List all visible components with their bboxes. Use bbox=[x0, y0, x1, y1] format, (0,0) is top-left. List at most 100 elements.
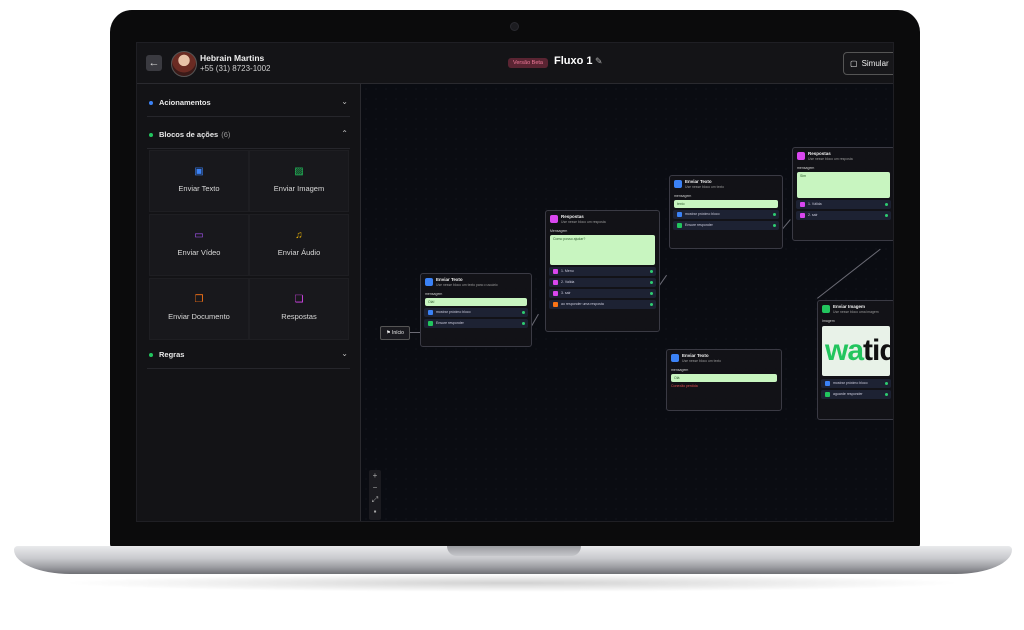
status-dot bbox=[149, 353, 153, 357]
node-title: Respostas bbox=[561, 214, 584, 219]
node-option[interactable]: 1. Menu bbox=[549, 267, 656, 276]
block-label: Enviar Imagem bbox=[273, 184, 325, 193]
user-phone: +55 (31) 8723-1002 bbox=[200, 64, 271, 73]
text-message-icon bbox=[671, 354, 679, 362]
simulate-label: Simular bbox=[861, 59, 889, 68]
block-label: Enviar Texto bbox=[178, 184, 220, 193]
node-option[interactable]: 2. Valida bbox=[549, 278, 656, 287]
node-title: Enviar Imagem bbox=[833, 304, 866, 309]
top-bar: ← Hebrain Martins +55 (31) 8723-1002 Ver… bbox=[137, 43, 893, 84]
block-enviar-texto[interactable]: ▣ Enviar Texto bbox=[149, 150, 249, 212]
preview-image: watid bbox=[822, 326, 890, 376]
node-message[interactable]: Olá! bbox=[425, 298, 527, 306]
node-message[interactable]: texto bbox=[674, 200, 778, 208]
text-message-icon: ▣ bbox=[194, 166, 204, 177]
flow-node-enviar-imagem[interactable]: Enviar Imagem Use nesse bloco uma imagem… bbox=[817, 300, 893, 420]
block-label: Enviar Documento bbox=[168, 312, 230, 321]
node-subtitle: Use nesse bloco um texto bbox=[682, 359, 722, 363]
image-icon: ▨ bbox=[294, 166, 304, 177]
section-label: Regras bbox=[159, 350, 185, 359]
node-message[interactable]: Olá bbox=[671, 374, 777, 382]
version-badge: Versão Beta bbox=[508, 58, 548, 68]
node-option[interactable]: Ensure responder bbox=[673, 221, 779, 230]
flow-node-respostas[interactable]: Respostas Use nesse bloco um resposta Me… bbox=[545, 210, 660, 332]
flow-node-enviar-texto[interactable]: Enviar Texto Use nesse bloco um texto pa… bbox=[420, 273, 532, 347]
section-regras[interactable]: Regras ⌄ bbox=[137, 342, 360, 368]
flow-node-respostas[interactable]: Respostas Use nesse bloco um resposta me… bbox=[792, 147, 893, 241]
block-label: Enviar Vídeo bbox=[177, 248, 221, 257]
status-dot bbox=[149, 101, 153, 105]
image-icon bbox=[822, 305, 830, 313]
node-field-label: Mensagem bbox=[550, 229, 568, 233]
node-subtitle: Use nesse bloco um resposta bbox=[561, 220, 606, 224]
audio-file-icon: ♫ bbox=[295, 230, 303, 241]
chevron-down-icon: ⌄ bbox=[341, 97, 348, 106]
block-enviar-imagem[interactable]: ▨ Enviar Imagem bbox=[249, 150, 349, 212]
node-option[interactable]: aguarde responder bbox=[821, 390, 891, 399]
chat-bubbles-icon bbox=[550, 215, 558, 223]
block-label: Enviar Áudio bbox=[277, 248, 321, 257]
flow-node-enviar-texto[interactable]: Enviar Texto Use nesse bloco um texto me… bbox=[666, 349, 782, 411]
block-enviar-video[interactable]: ▭ Enviar Vídeo bbox=[149, 214, 249, 276]
node-option[interactable]: ao responder uma resposta bbox=[549, 300, 656, 309]
node-subtitle: Use nesse bloco um texto para o usuário bbox=[436, 283, 498, 287]
divider bbox=[147, 148, 350, 149]
node-option[interactable]: mostrar próximo bloco bbox=[821, 379, 891, 388]
app-screen: ← Hebrain Martins +55 (31) 8723-1002 Ver… bbox=[136, 42, 894, 522]
node-field-label: mensagem bbox=[797, 166, 815, 170]
section-blocos[interactable]: Blocos de ações (6) ⌃ bbox=[137, 122, 360, 148]
flag-icon: ⚑ bbox=[386, 330, 391, 336]
laptop-notch bbox=[447, 546, 581, 556]
chevron-up-icon: ⌃ bbox=[341, 129, 348, 138]
block-respostas[interactable]: ❏ Respostas bbox=[249, 278, 349, 340]
error-message: Conexão perdida bbox=[671, 384, 698, 388]
status-dot bbox=[149, 133, 153, 137]
fit-view-icon[interactable]: ⤢ bbox=[369, 494, 381, 506]
node-message[interactable]: Sim bbox=[797, 172, 890, 198]
node-option[interactable]: 3. sair bbox=[549, 289, 656, 298]
divider bbox=[147, 368, 350, 369]
node-option[interactable]: mostrar próximo bloco bbox=[673, 210, 779, 219]
video-icon: ▭ bbox=[194, 230, 204, 241]
sidebar: Acionamentos ⌄ Blocos de ações (6) ⌃ ▣ En… bbox=[137, 84, 361, 521]
zoom-in-icon[interactable]: + bbox=[369, 470, 381, 482]
block-enviar-audio[interactable]: ♫ Enviar Áudio bbox=[249, 214, 349, 276]
laptop-shadow bbox=[60, 574, 964, 592]
node-field-label: mensagem bbox=[425, 292, 443, 296]
text-message-icon bbox=[425, 278, 433, 286]
node-option[interactable]: 2. sair bbox=[796, 211, 891, 220]
avatar bbox=[171, 51, 197, 77]
lock-icon[interactable]: ▪ bbox=[369, 506, 381, 518]
node-option[interactable]: 1. Válida bbox=[796, 200, 891, 209]
node-option[interactable]: mostrar próximo bloco bbox=[424, 308, 528, 317]
node-title: Enviar Texto bbox=[436, 277, 463, 282]
zoom-controls: + − ⤢ ▪ bbox=[369, 470, 381, 520]
chevron-down-icon: ⌄ bbox=[341, 349, 348, 358]
node-title: Enviar Texto bbox=[685, 179, 712, 184]
wati-logo: watid bbox=[825, 334, 890, 367]
simulate-button[interactable]: ▢ Simular bbox=[843, 52, 893, 75]
node-field-label: mensagem bbox=[671, 368, 689, 372]
node-subtitle: Use nesse bloco um resposta bbox=[808, 157, 853, 161]
node-title: Respostas bbox=[808, 151, 831, 156]
start-node[interactable]: ⚑ Início bbox=[380, 326, 410, 340]
back-arrow-icon[interactable]: ← bbox=[146, 55, 162, 71]
zoom-out-icon[interactable]: − bbox=[369, 482, 381, 494]
node-title: Enviar Texto bbox=[682, 353, 709, 358]
node-field-label: mensagem bbox=[674, 194, 692, 198]
document-icon: ❐ bbox=[194, 294, 204, 305]
edit-icon[interactable]: ✎ bbox=[595, 56, 603, 67]
text-message-icon bbox=[674, 180, 682, 188]
block-enviar-documento[interactable]: ❐ Enviar Documento bbox=[149, 278, 249, 340]
node-subtitle: Use nesse bloco uma imagem bbox=[833, 310, 879, 314]
flow-node-enviar-texto[interactable]: Enviar Texto Use nesse bloco um texto me… bbox=[669, 175, 783, 249]
node-option[interactable]: Ensure responder bbox=[424, 319, 528, 328]
node-message[interactable]: Como posso ajudar? bbox=[550, 235, 655, 265]
chat-bubbles-icon: ❏ bbox=[294, 294, 304, 305]
node-subtitle: Use nesse bloco um texto bbox=[685, 185, 725, 189]
user-name: Hebrain Martins bbox=[200, 53, 265, 63]
chat-bubbles-icon bbox=[797, 152, 805, 160]
section-acionamentos[interactable]: Acionamentos ⌄ bbox=[137, 90, 360, 116]
block-label: Respostas bbox=[281, 312, 317, 321]
flow-title: Fluxo 1 bbox=[554, 55, 593, 67]
